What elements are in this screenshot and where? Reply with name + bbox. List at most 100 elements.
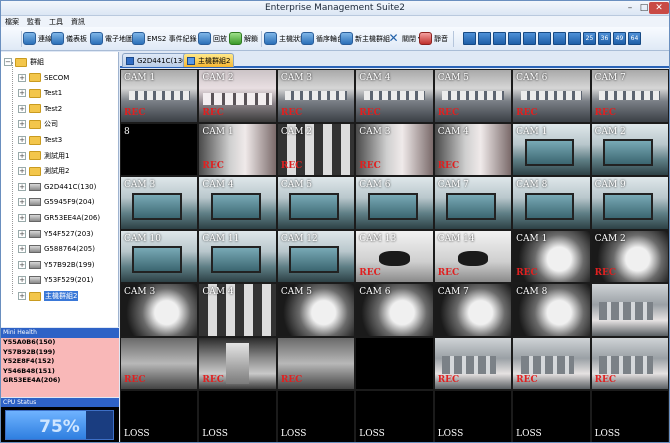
video-cell[interactable]: CAM 5 REC [434,70,512,122]
video-cell[interactable]: REC [199,337,276,390]
playback-button[interactable]: 回放 [198,30,227,47]
expand-icon[interactable]: + [18,292,26,300]
video-cell[interactable]: LOSS [199,391,276,442]
unlock-button[interactable]: 解鎖 [229,30,258,47]
tree-node[interactable]: + Test2 [18,103,62,115]
tree-node[interactable]: + G588764(205) [18,243,95,255]
connect-button[interactable]: 連線 [23,30,52,47]
expand-icon[interactable]: + [18,214,26,222]
video-cell[interactable]: CAM 1 REC [513,230,590,283]
video-cell[interactable]: CAM 11 [199,230,276,283]
video-cell[interactable]: CAM 10 [121,230,198,283]
menu-monitor[interactable]: 監看 [23,16,45,27]
expand-icon[interactable]: + [18,73,26,82]
expand-icon[interactable]: + [18,182,26,191]
video-cell[interactable]: CAM 4 [199,177,276,229]
video-cell[interactable]: LOSS [513,391,590,442]
close-window-button[interactable]: ✕ [649,2,669,14]
tree-node[interactable]: + 測試用1 [18,150,69,162]
video-cell[interactable]: 8 [121,123,198,176]
video-cell[interactable]: CAM 5 [277,284,355,336]
layout-4-button[interactable] [478,32,491,45]
menu-info[interactable]: 資訊 [67,16,89,27]
tree-node[interactable]: + Y57B92B(199) [18,259,95,271]
tree-node[interactable]: + SECOM [18,72,69,84]
video-cell[interactable]: CAM 3 REC [277,70,355,122]
tree-node[interactable]: + GR53EE4A(206) [18,212,100,224]
video-cell[interactable]: CAM 1 REC [121,70,198,122]
video-cell[interactable]: CAM 7 [434,177,512,229]
tree-root[interactable]: − 群組 [4,56,44,68]
minimize-button[interactable]: – [623,2,637,14]
health-item[interactable]: Y52E8F4(152) [1,357,119,367]
health-item[interactable]: Y546B48(151) [1,367,119,377]
video-cell[interactable]: CAM 1 REC [199,123,276,176]
dashboard-button[interactable]: 儀表板 [51,30,87,47]
video-cell[interactable]: CAM 6 [356,284,433,336]
sequence-button[interactable]: 循序輪台 [301,30,344,47]
expand-icon[interactable]: + [18,120,26,129]
layout-16-button[interactable] [568,32,581,45]
video-cell[interactable]: LOSS [591,391,668,442]
video-cell[interactable]: LOSS [434,391,512,442]
emap-button[interactable]: 電子地圖 [90,30,133,47]
layout-1-button[interactable] [463,32,476,45]
health-item[interactable]: GR53EE4A(206) [1,376,119,386]
tree-node[interactable]: + Y53F529(201) [18,274,93,286]
video-cell[interactable]: CAM 3 REC [356,123,433,176]
tab-host-group-2[interactable]: 主機群組2 [183,53,235,67]
layout-9-button[interactable] [523,32,536,45]
layout-6-button[interactable] [493,32,506,45]
expand-icon[interactable]: + [18,151,26,160]
expand-icon[interactable]: + [18,136,26,144]
video-cell[interactable]: REC [591,337,668,390]
expand-icon[interactable]: + [18,104,26,113]
expand-icon[interactable]: − [4,58,12,66]
video-cell[interactable]: CAM 4 REC [434,123,512,176]
video-cell[interactable]: CAM 8 [513,284,590,336]
layout-36-button[interactable]: 36 [598,32,611,45]
tree-node[interactable]: + G2D441C(130) [18,181,96,193]
video-cell[interactable]: CAM 14 REC [434,230,512,283]
layout-10-button[interactable] [538,32,551,45]
expand-icon[interactable]: + [18,198,26,207]
mute-button[interactable]: 靜音 [419,30,448,47]
menu-file[interactable]: 檔案 [1,16,23,27]
layout-25-button[interactable]: 25 [583,32,596,45]
expand-icon[interactable]: + [18,89,26,98]
menu-tools[interactable]: 工具 [45,16,67,27]
video-cell[interactable]: CAM 9 [591,177,668,229]
video-cell[interactable]: CAM 7 REC [591,70,668,122]
video-cell[interactable]: CAM 3 [121,177,198,229]
tree-node[interactable]: + 測試用2 [18,165,69,177]
video-cell[interactable]: CAM 6 REC [513,70,590,122]
video-cell[interactable]: LOSS [121,391,198,442]
video-cell[interactable]: REC [277,337,355,390]
expand-icon[interactable]: + [18,167,26,176]
video-cell[interactable]: CAM 1 [513,123,590,176]
video-cell[interactable]: LOSS [356,391,433,442]
tree-node[interactable]: + Y54F527(203) [18,228,93,240]
video-cell[interactable]: CAM 2 REC [591,230,668,283]
video-cell[interactable]: REC [513,337,590,390]
video-cell[interactable]: REC [121,337,198,390]
layout-64-button[interactable]: 64 [628,32,641,45]
tree-node[interactable]: + Test3 [18,134,62,146]
layout-49-button[interactable]: 49 [613,32,626,45]
video-cell[interactable]: CAM 4 [199,284,276,336]
video-cell[interactable]: CAM 8 [513,177,590,229]
health-item[interactable]: Y57B92B(199) [1,348,119,358]
video-cell[interactable]: REC [434,337,512,390]
close-button[interactable]: ✕關閉▾ [387,30,421,47]
video-cell[interactable] [356,337,433,390]
tree-node[interactable]: + 主機群組2 [18,290,79,302]
layout-13-button[interactable] [553,32,566,45]
health-item[interactable]: Y55A0B6(150) [1,338,119,348]
layout-8-button[interactable] [508,32,521,45]
video-cell[interactable]: CAM 6 [356,177,433,229]
video-cell[interactable]: CAM 4 REC [356,70,433,122]
video-cell[interactable]: CAM 2 REC [199,70,276,122]
expand-icon[interactable]: + [18,229,26,238]
expand-icon[interactable]: + [18,245,26,254]
video-cell[interactable]: CAM 7 [434,284,512,336]
